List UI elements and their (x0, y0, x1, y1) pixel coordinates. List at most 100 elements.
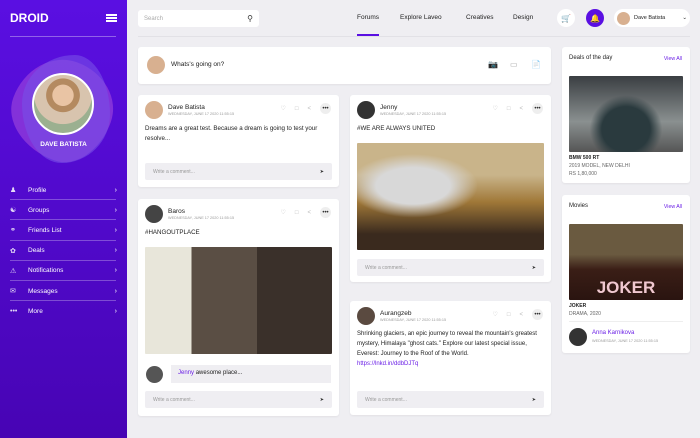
share-icon[interactable]: < (307, 210, 311, 216)
movie-date: WEDNESDAY, JUNE 17 2020 11:55:15 (592, 339, 659, 343)
chevron-right-icon: › (114, 186, 117, 194)
post-author[interactable]: Jenny (380, 104, 446, 111)
notifications-button[interactable]: 🔔 (586, 9, 604, 27)
search-input[interactable]: Search ⚲ (138, 10, 259, 27)
post-composer: Whats's going on? 📷 ▭ 📄 (138, 47, 551, 84)
movie-poster-joker[interactable]: JOKER (569, 224, 683, 300)
movie-user[interactable]: Anna Karnikova (592, 330, 634, 336)
movies-card: Movies View All JOKER JOKER DRAMA, 2020 … (562, 195, 690, 353)
comment-input[interactable]: Write a comment... ➤ (145, 391, 332, 408)
reply-text: awesome place... (195, 370, 243, 376)
reply-author[interactable]: Jenny (178, 370, 194, 376)
heart-icon[interactable]: ♡ (492, 311, 497, 318)
deals-view-all-link[interactable]: View All (664, 56, 682, 62)
document-icon[interactable]: 📄 (531, 60, 541, 69)
send-icon[interactable]: ➤ (532, 265, 536, 271)
user-menu[interactable]: Dave Batista ⌄ (614, 9, 690, 27)
heart-icon[interactable]: ♡ (280, 209, 285, 216)
post-date: WEDNESDAY, JUNE 17 2020 11:55:15 (380, 318, 447, 322)
send-icon[interactable]: ➤ (532, 397, 536, 403)
tab-creatives[interactable]: Creatives (466, 14, 493, 21)
placeholder: Write a comment... (365, 264, 407, 271)
post-card: Dave Batista WEDNESDAY, JUNE 17 2020 11:5… (138, 95, 339, 187)
deal-name[interactable]: BMW 500 RT (569, 155, 599, 161)
post-date: WEDNESDAY, JUNE 17 2020 11:55:15 (168, 112, 235, 116)
camera-icon[interactable]: 📷 (488, 60, 498, 69)
sidebar-item-more[interactable]: ••• More › (0, 301, 127, 321)
post-card: Baros WEDNESDAY, JUNE 17 2020 11:55:15 ♡ □… (138, 199, 339, 416)
send-icon[interactable]: ➤ (320, 169, 324, 175)
logo: DROID (10, 11, 49, 25)
profile-avatar[interactable] (32, 73, 94, 135)
movies-title: Movies (569, 203, 589, 209)
sidebar-item-notifications[interactable]: ⚠ Notifications › (0, 261, 127, 282)
post-image-cafe[interactable] (145, 247, 332, 354)
chevron-right-icon: › (114, 206, 117, 214)
video-icon[interactable]: ▭ (510, 60, 518, 69)
movies-view-all-link[interactable]: View All (664, 204, 682, 210)
label: Deals (28, 247, 45, 255)
search-placeholder: Search (144, 15, 164, 22)
comment-icon[interactable]: □ (295, 106, 299, 112)
share-icon[interactable]: < (519, 312, 523, 318)
placeholder: Write a comment... (153, 396, 195, 403)
avatar (357, 101, 375, 119)
handshake-icon: ⚭ (10, 227, 16, 235)
comment-input[interactable]: Write a comment... ➤ (357, 391, 544, 408)
tab-forums[interactable]: Forums (357, 14, 379, 21)
movie-name[interactable]: JOKER (569, 303, 586, 309)
sidebar-item-messages[interactable]: ✉ Messages › (0, 281, 127, 302)
composer-input[interactable]: Whats's going on? (171, 61, 224, 68)
share-icon[interactable]: < (307, 106, 311, 112)
avatar (145, 205, 163, 223)
cart-button[interactable]: 🛒 (557, 9, 575, 27)
share-icon[interactable]: < (519, 106, 523, 112)
poster-title: JOKER (596, 278, 656, 297)
chevron-right-icon: › (114, 226, 117, 234)
avatar (147, 56, 165, 74)
user-name: Dave Batista (634, 15, 666, 21)
chevron-right-icon: › (114, 267, 117, 275)
comment-input[interactable]: Write a comment... ➤ (357, 259, 544, 276)
deal-image-motorcycle[interactable] (569, 76, 683, 152)
chevron-right-icon: › (114, 287, 117, 295)
sidebar-item-deals[interactable]: ✿ Deals › (0, 241, 127, 261)
post-author[interactable]: Baros (168, 208, 234, 215)
sidebar-item-friends-list[interactable]: ⚭ Friends List › (0, 220, 127, 241)
more-button[interactable]: ••• (320, 207, 331, 218)
sidebar-item-profile[interactable]: ♟ Profile › (0, 180, 127, 201)
deals-card: Deals of the day View All BMW 500 RT 201… (562, 47, 690, 183)
avatar (146, 366, 163, 383)
hamburger-menu-icon[interactable] (106, 14, 117, 22)
post-text: #WE ARE ALWAYS UNITED (357, 125, 436, 132)
send-icon[interactable]: ➤ (320, 397, 324, 403)
envelope-icon: ✉ (10, 288, 16, 296)
post-card: Aurangzeb WEDNESDAY, JUNE 17 2020 11:55:1… (350, 301, 551, 415)
heart-icon[interactable]: ♡ (280, 105, 285, 112)
sidebar-item-groups[interactable]: ☯ Groups › (0, 200, 127, 221)
label: Profile (28, 186, 47, 194)
post-author[interactable]: Dave Batista (168, 104, 234, 111)
chevron-right-icon: › (114, 247, 117, 255)
tab-design[interactable]: Design (513, 14, 533, 21)
more-button[interactable]: ••• (532, 103, 543, 114)
heart-icon[interactable]: ♡ (492, 105, 497, 112)
label: Notifications (28, 267, 64, 275)
more-button[interactable]: ••• (532, 309, 543, 320)
comment-input[interactable]: Write a comment... ➤ (145, 163, 332, 180)
post-link[interactable]: https://lnkd.in/ddbDJTq (357, 361, 418, 367)
deal-desc: 2019 MODEL, NEW DELHI (569, 163, 630, 169)
search-icon[interactable]: ⚲ (247, 14, 253, 23)
comment-icon[interactable]: □ (295, 210, 299, 216)
comment-icon[interactable]: □ (507, 106, 511, 112)
post-image-whale[interactable] (357, 143, 544, 250)
avatar (145, 101, 163, 119)
tab-explore-laveo[interactable]: Explore Laveo (400, 14, 442, 21)
comment-icon[interactable]: □ (507, 312, 511, 318)
more-button[interactable]: ••• (320, 103, 331, 114)
deals-title: Deals of the day (569, 55, 613, 61)
comment-reply: Jenny awesome place... (171, 365, 331, 383)
deal-price: RS 1,80,000 (569, 171, 597, 177)
post-author[interactable]: Aurangzeb (380, 310, 446, 317)
post-card: Jenny WEDNESDAY, JUNE 17 2020 11:55:15 ♡ □… (350, 95, 551, 282)
